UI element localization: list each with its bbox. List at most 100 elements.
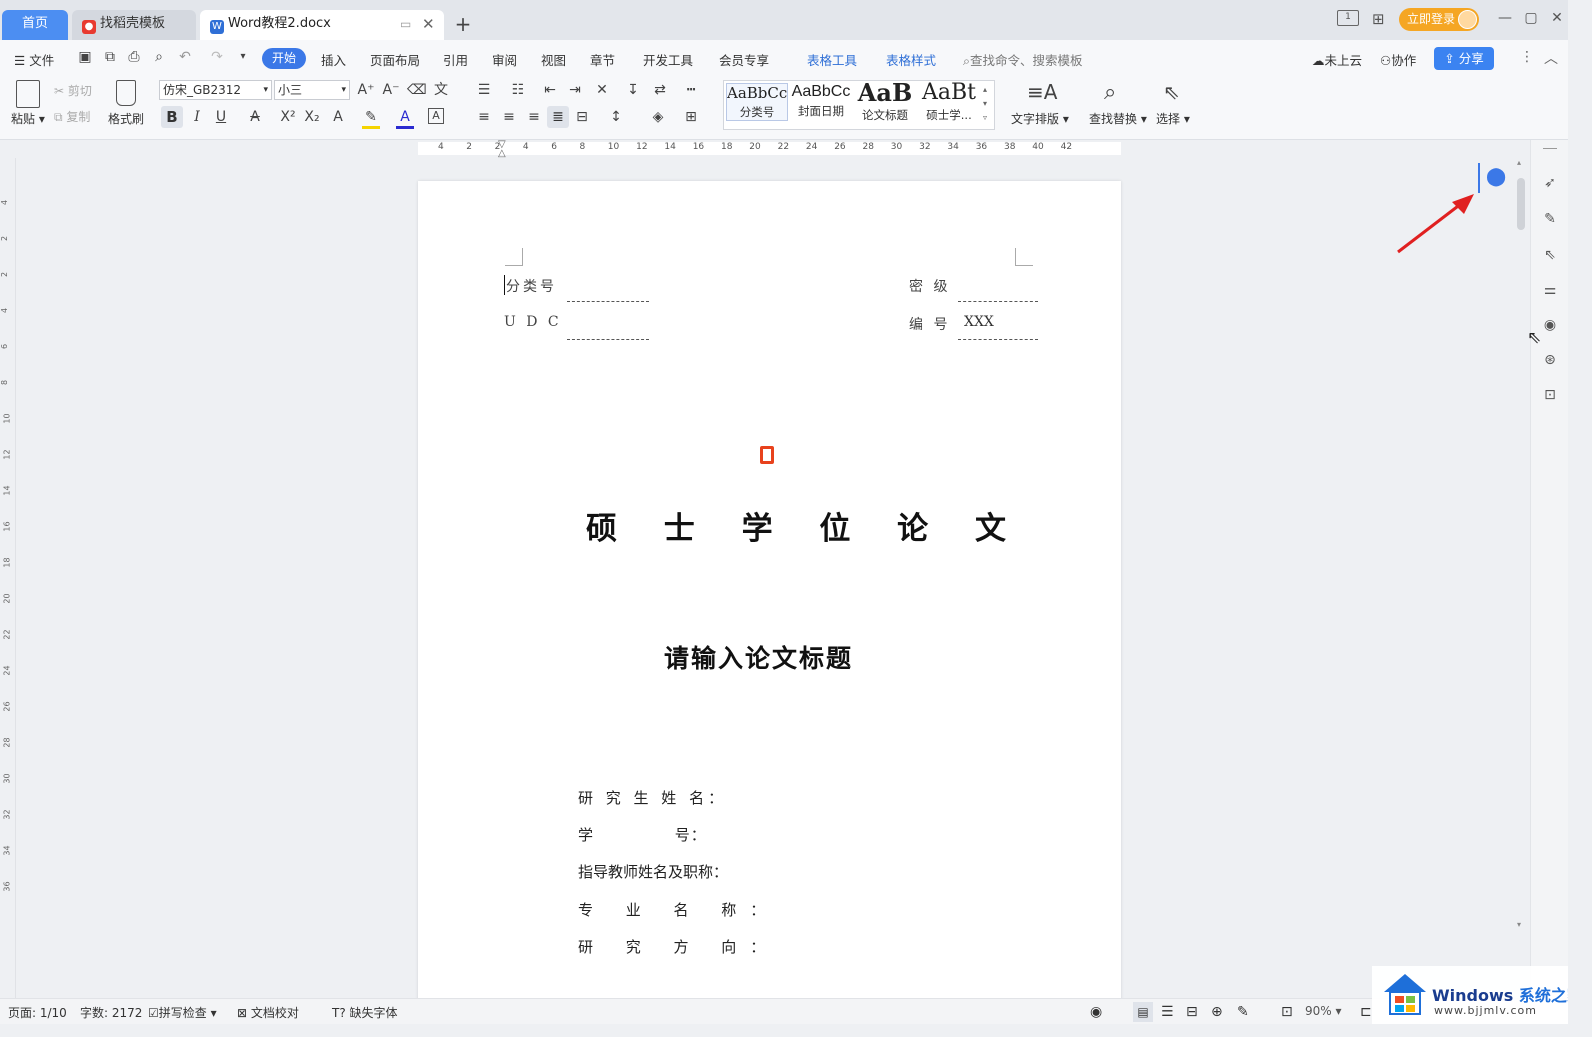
decrease-indent-icon[interactable]: ⇤	[541, 81, 559, 99]
location-pin-icon[interactable]: ⬤	[1486, 168, 1506, 186]
new-tab-button[interactable]: +	[452, 12, 474, 36]
text-effect-icon[interactable]: A	[329, 108, 347, 126]
select-button[interactable]: 选择 ▾	[1156, 110, 1190, 127]
numbered-list-icon[interactable]: ☷	[509, 81, 527, 99]
compass-icon[interactable]: ⊛	[1541, 351, 1559, 369]
paste-icon[interactable]	[16, 80, 40, 108]
thesis-title-placeholder[interactable]: 请输入论文标题	[664, 639, 853, 675]
format-painter-icon[interactable]	[116, 80, 136, 106]
settings-sliders-icon[interactable]: ⚌	[1541, 281, 1559, 299]
cloud-status[interactable]: ☁未上云	[1312, 50, 1362, 69]
page-view-icon[interactable]: ▤	[1133, 1002, 1153, 1022]
underline-icon[interactable]: U	[212, 108, 230, 126]
menu-insert[interactable]: 插入	[321, 50, 346, 69]
sort-icon[interactable]: ↧	[624, 81, 642, 99]
number-field[interactable]	[958, 339, 1038, 340]
menu-table-style[interactable]: 表格样式	[886, 50, 936, 69]
proofread-button[interactable]: ⊠ 文档校对	[237, 1004, 299, 1021]
close-window-icon[interactable]: ✕	[1548, 10, 1566, 26]
font-name-select[interactable]: 仿宋_GB2312 ▾	[159, 80, 272, 100]
find-icon[interactable]: ⌕	[1104, 80, 1116, 105]
menu-chapter[interactable]: 章节	[590, 50, 615, 69]
shading-icon[interactable]: ◈	[649, 108, 667, 126]
vertical-ruler[interactable]: 4 2 2 4 6 8 10 12 14 16 18 20 22 24 26 28 30 32 34 36	[0, 158, 16, 998]
collapse-ribbon-icon[interactable]: ︿	[1544, 48, 1558, 68]
web-view-icon[interactable]: ⊕	[1211, 1004, 1223, 1020]
tab-home[interactable]: 首页	[2, 10, 68, 40]
undo-icon[interactable]: ↶	[176, 48, 194, 66]
ai-icon[interactable]: ◉	[1541, 316, 1559, 334]
rocket-icon[interactable]: ➶	[1541, 174, 1559, 192]
login-button[interactable]: 立即登录	[1399, 8, 1479, 31]
clear-format-icon[interactable]: ⌫	[407, 81, 427, 99]
layout-icon[interactable]: 1	[1337, 10, 1359, 26]
text-layout-button[interactable]: 文字排版 ▾	[1011, 110, 1069, 127]
show-marks-icon[interactable]: ┅	[682, 81, 700, 99]
tab-close-icon[interactable]: ✕	[422, 10, 435, 38]
print-preview-icon[interactable]: ⌕	[150, 48, 168, 66]
word-count[interactable]: 字数: 2172	[80, 1004, 142, 1021]
line-spacing-icon[interactable]: ↕	[607, 108, 625, 126]
borders-icon[interactable]: ⊞	[682, 108, 700, 126]
more-icon[interactable]: ⋮	[1520, 49, 1534, 65]
chinese-layout-icon[interactable]: ✕	[593, 81, 611, 99]
strikethrough-icon[interactable]: A	[246, 108, 264, 126]
style-gallery-scroll-icon[interactable]: ▴ ▾ ▿	[983, 83, 987, 125]
outline-view-icon[interactable]: ☰	[1161, 1004, 1174, 1020]
print-icon[interactable]: ⎙	[125, 48, 143, 66]
menu-references[interactable]: 引用	[443, 50, 468, 69]
read-view-icon[interactable]: ⊟	[1186, 1004, 1198, 1020]
style-classification[interactable]: AaBbCcI 分类号	[726, 83, 788, 121]
menu-table-tools[interactable]: 表格工具	[807, 50, 857, 69]
document-page[interactable]: 分类号 密 级 U D C 编 号 XXX 硕 士 学 位 论 文 请输入论文标…	[418, 181, 1121, 1011]
style-cover-date[interactable]: AaBbCc 封面日期	[790, 83, 852, 119]
pen-icon[interactable]: ✎	[1541, 210, 1559, 228]
book-icon[interactable]: ⊡	[1541, 386, 1559, 404]
missing-font-button[interactable]: T? 缺失字体	[332, 1004, 398, 1021]
maximize-icon[interactable]: ▢	[1522, 10, 1540, 26]
align-left-icon[interactable]: ≡	[475, 108, 493, 126]
quick-access-more-icon[interactable]: ▾	[234, 48, 252, 66]
superscript-icon[interactable]: X²	[279, 108, 297, 126]
align-center-icon[interactable]: ≡	[500, 108, 518, 126]
tab-pin-icon[interactable]: ▭	[400, 10, 411, 38]
grow-font-icon[interactable]: A⁺	[357, 81, 375, 99]
zoom-level[interactable]: 90% ▾	[1305, 1004, 1342, 1018]
bold-icon[interactable]: B	[161, 106, 183, 128]
paste-button[interactable]: 粘贴 ▾	[11, 110, 45, 127]
menu-page-layout[interactable]: 页面布局	[370, 50, 420, 69]
menu-home[interactable]: 开始	[262, 48, 306, 69]
tab-template-store[interactable]: ● 找稻壳模板	[72, 10, 196, 40]
find-replace-button[interactable]: 查找替换 ▾	[1089, 110, 1147, 127]
justify-icon[interactable]: ≣	[547, 106, 569, 128]
subscript-icon[interactable]: X₂	[303, 108, 321, 126]
align-right-icon[interactable]: ≡	[525, 108, 543, 126]
char-border-icon[interactable]: A	[428, 108, 444, 124]
italic-icon[interactable]: I	[188, 108, 206, 126]
cursor-icon[interactable]: ⇖	[1541, 246, 1559, 264]
text-direction-icon[interactable]: ⇄	[651, 81, 669, 99]
scroll-down-icon[interactable]: ▾	[1517, 920, 1521, 929]
text-layout-icon[interactable]: ≡A	[1027, 80, 1057, 104]
fit-page-icon[interactable]: ⊡	[1281, 1004, 1293, 1020]
eye-protect-icon[interactable]: ◉	[1090, 1004, 1102, 1020]
command-search[interactable]: ⌕查找命令、搜索模板	[963, 50, 1083, 69]
horizontal-ruler[interactable]: ▽ △ 4 2 2 4 6 8 10 12 14 16 18 20 22 24 26 28 30 32 34 36 38 4…	[0, 140, 1568, 159]
share-button[interactable]: ⇪ 分享	[1434, 47, 1494, 70]
highlight-icon[interactable]: ✎	[362, 108, 380, 129]
menu-review[interactable]: 审阅	[492, 50, 517, 69]
vertical-scrollbar[interactable]: ▴ ▾	[1514, 158, 1528, 988]
collaborate-button[interactable]: ⚇协作	[1380, 50, 1416, 69]
select-cursor-icon[interactable]: ⇖	[1163, 80, 1180, 104]
save-icon[interactable]: ▣	[76, 48, 94, 66]
file-menu[interactable]: ☰ 文件	[14, 50, 54, 69]
zoom-fit-icon[interactable]: ⊏	[1360, 1004, 1372, 1020]
copy-button[interactable]: ⧉ 复制	[54, 108, 90, 125]
apps-grid-icon[interactable]: ⊞	[1372, 10, 1385, 28]
menu-member[interactable]: 会员专享	[719, 50, 769, 69]
font-color-icon[interactable]: A	[396, 108, 414, 129]
spell-check-button[interactable]: ☑拼写检查 ▾	[148, 1004, 217, 1021]
bullet-list-icon[interactable]: ☰	[475, 81, 493, 99]
scroll-thumb[interactable]	[1517, 178, 1525, 230]
distributed-icon[interactable]: ⊟	[573, 108, 591, 126]
